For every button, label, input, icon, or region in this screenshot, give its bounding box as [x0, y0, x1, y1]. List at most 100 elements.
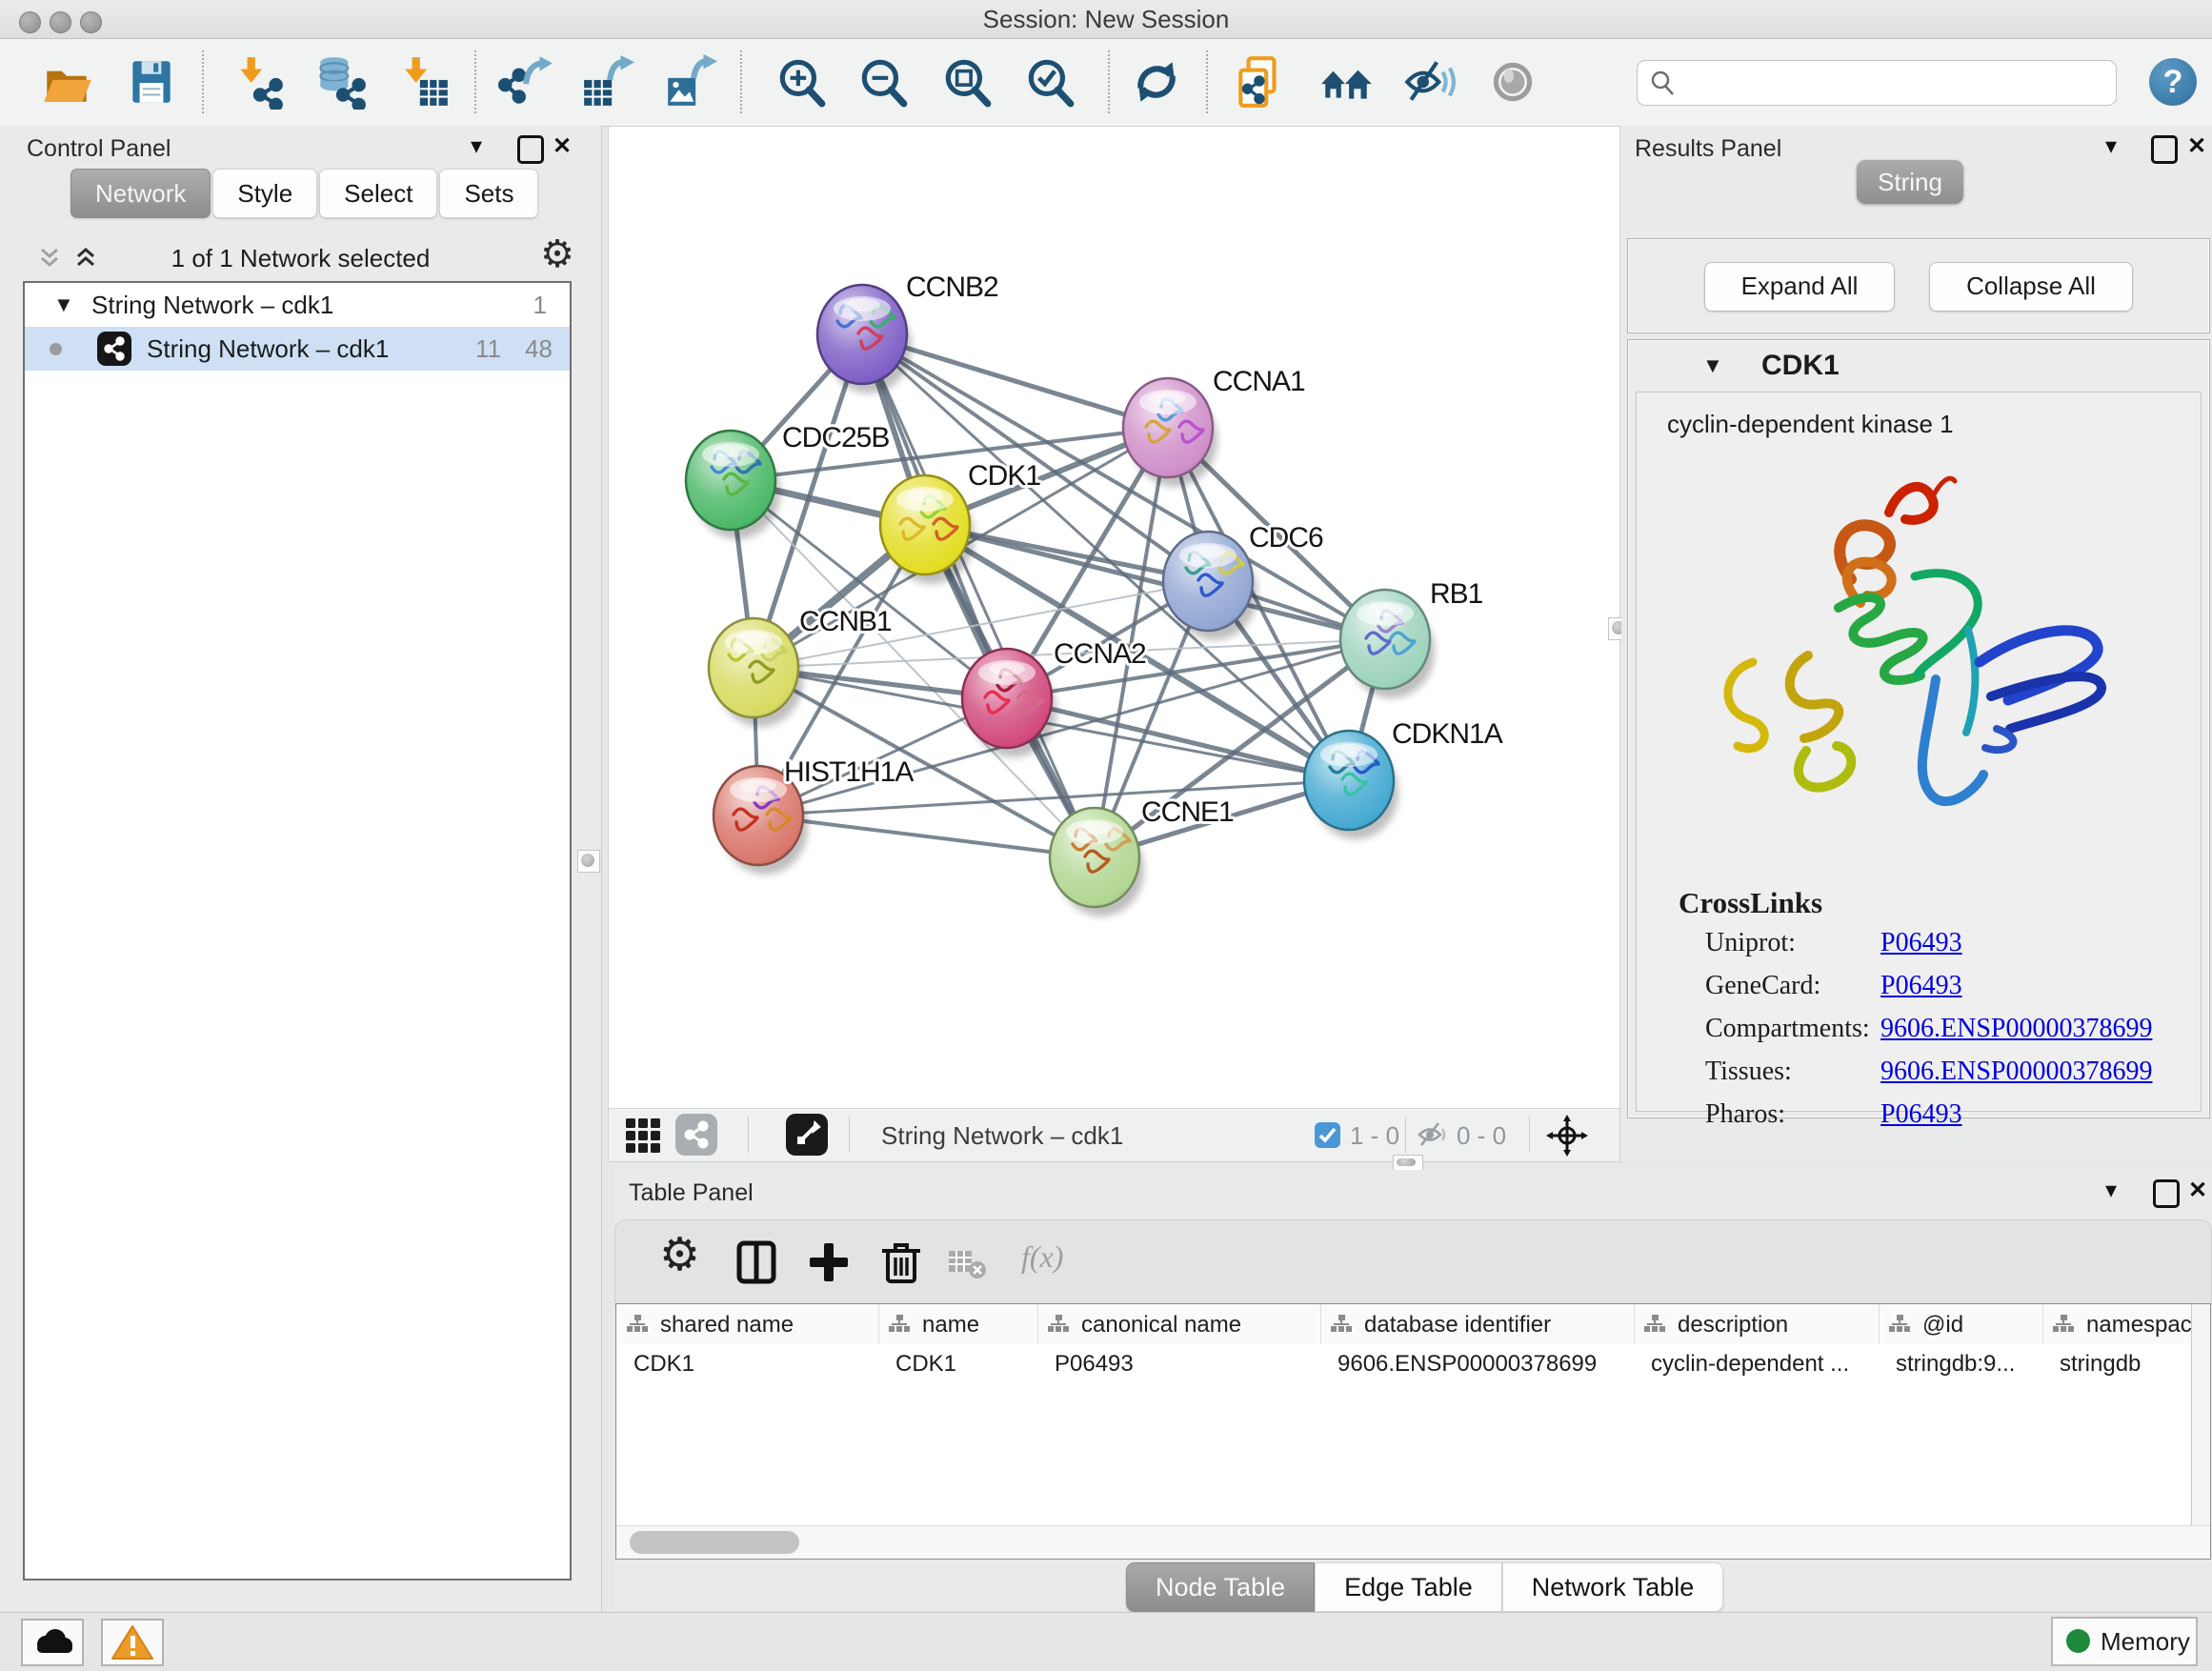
column-header-shared-name[interactable]: shared name [616, 1304, 879, 1344]
table-row[interactable]: CDK1 CDK1 P06493 9606.ENSP00000378699 cyclin… [616, 1344, 2211, 1382]
import-table-from-file-icon[interactable] [396, 54, 452, 110]
table-cell[interactable]: 9606.ENSP00000378699 [1337, 1351, 1628, 1378]
hide-details-eye-icon[interactable] [1401, 54, 1457, 110]
node-RB1[interactable] [1340, 590, 1435, 698]
tab-sets[interactable]: Sets [439, 169, 538, 218]
table-panel-menu-icon[interactable]: ▾ [2105, 1178, 2117, 1204]
grid-view-icon[interactable] [624, 1117, 662, 1155]
tab-select[interactable]: Select [319, 169, 437, 218]
memory-button[interactable]: Memory [2051, 1617, 2198, 1666]
clone-network-icon[interactable] [1233, 54, 1288, 110]
node-CDC25B[interactable] [686, 431, 780, 539]
network-badge-gray-icon[interactable] [675, 1114, 717, 1156]
network-canvas[interactable]: CCNB2CCNA1CDC25BCDK1CDC6RB1CCNB1CCNA2CDK… [609, 127, 1618, 1107]
open-session-icon[interactable] [40, 54, 95, 110]
export-network-icon[interactable] [498, 54, 553, 110]
node-CCNA2[interactable] [962, 649, 1056, 757]
crosslink-link[interactable]: P06493 [1880, 971, 1962, 1001]
column-header--id[interactable]: @id [1879, 1304, 2043, 1344]
expand-all-button[interactable]: Expand All [1704, 262, 1895, 312]
column-header-description[interactable]: description [1634, 1304, 1880, 1344]
import-network-from-database-icon[interactable] [312, 54, 368, 110]
tab-network-table[interactable]: Network Table [1502, 1562, 1724, 1612]
show-columns-icon[interactable] [734, 1239, 779, 1285]
crosslink-link[interactable]: P06493 [1880, 928, 1962, 958]
first-neighbors-houses-icon[interactable] [1318, 54, 1374, 110]
table-cell[interactable]: stringdb [2060, 1351, 2211, 1378]
network-options-gear-icon[interactable]: ⚙ [540, 232, 574, 276]
zoom-fit-content-icon[interactable] [939, 54, 995, 110]
node-CDKN1A[interactable] [1304, 731, 1398, 839]
table-cell[interactable]: cyclin-dependent ... [1651, 1351, 1873, 1378]
table-cell[interactable]: P06493 [1055, 1351, 1315, 1378]
results-panel-close-icon[interactable]: ✕ [2187, 133, 2206, 160]
crosslink-link[interactable]: 9606.ENSP00000378699 [1880, 1014, 2152, 1044]
results-panel-float-icon[interactable] [2151, 135, 2178, 164]
table-cell[interactable]: CDK1 [895, 1351, 1032, 1378]
node-CDK1[interactable] [880, 475, 975, 584]
export-table-icon[interactable] [580, 54, 635, 110]
delete-column-trash-icon[interactable] [878, 1239, 924, 1285]
table-cell[interactable]: CDK1 [633, 1351, 873, 1378]
table-cell[interactable]: stringdb:9... [1896, 1351, 2037, 1378]
collection-caret-icon[interactable]: ▼ [53, 283, 74, 327]
crosslink-link[interactable]: P06493 [1880, 1099, 1962, 1130]
footer-separator [849, 1117, 850, 1153]
collapse-all-button[interactable]: Collapse All [1929, 262, 2133, 312]
node-CCNE1[interactable] [1050, 808, 1144, 916]
edge-CCNE1-HIST1H1A[interactable] [758, 815, 1095, 857]
gene-caret-icon[interactable]: ▼ [1702, 353, 1723, 378]
zoom-out-icon[interactable] [855, 54, 911, 110]
table-panel-close-icon[interactable]: ✕ [2188, 1178, 2207, 1204]
horizontal-scrollbar [616, 1525, 2210, 1559]
import-network-from-file-icon[interactable] [231, 54, 287, 110]
save-session-icon[interactable] [124, 54, 179, 110]
column-header-name[interactable]: name [878, 1304, 1038, 1344]
search-input[interactable] [1683, 63, 2106, 103]
table-settings-gear-icon[interactable]: ⚙ [659, 1228, 700, 1281]
tab-edge-table[interactable]: Edge Table [1315, 1562, 1502, 1612]
highlight-toggle-orb-icon[interactable] [1485, 54, 1540, 110]
table-panel-float-icon[interactable] [2153, 1179, 2180, 1208]
tab-network[interactable]: Network [70, 169, 211, 218]
zoom-in-icon[interactable] [774, 54, 829, 110]
collection-label: String Network – cdk1 [91, 283, 333, 327]
tab-string[interactable]: String [1857, 160, 1963, 204]
results-panel-menu-icon[interactable]: ▾ [2105, 133, 2117, 160]
tab-style[interactable]: Style [212, 169, 317, 218]
control-panel-float-icon[interactable] [517, 135, 544, 164]
gene-detail-card: cyclin-dependent kinase 1 [1636, 392, 2202, 1112]
column-header-database-identifier[interactable]: database identifier [1320, 1304, 1635, 1344]
network-type-icon [97, 332, 131, 366]
column-header-canonical-name[interactable]: canonical name [1037, 1304, 1321, 1344]
horizontal-scrollbar-thumb[interactable] [630, 1531, 799, 1554]
control-panel-close-icon[interactable]: ✕ [553, 133, 572, 160]
table-toolbar: ⚙ [614, 1219, 2212, 1305]
help-button[interactable]: ? [2149, 58, 2197, 106]
warnings-button[interactable] [101, 1619, 164, 1666]
center-view-crosshair-icon[interactable] [1546, 1115, 1588, 1157]
update-network-icon[interactable] [1129, 54, 1184, 110]
selected-nodes-checkbox[interactable] [1315, 1122, 1340, 1148]
column-header-namespace[interactable]: namespace [2042, 1304, 2211, 1344]
gene-symbol: CDK1 [1761, 350, 1840, 382]
network-row[interactable]: String Network – cdk1 11 48 [25, 327, 570, 371]
crosslink-link[interactable]: 9606.ENSP00000378699 [1880, 1057, 2152, 1087]
node-label-RB1: RB1 [1430, 578, 1483, 610]
protein-structure-image [1694, 455, 2132, 865]
node-CCNB2[interactable] [817, 285, 912, 393]
table-panel: Table Panel ▾ ✕ ⚙ [614, 1170, 2212, 1610]
tab-node-table[interactable]: Node Table [1126, 1562, 1315, 1612]
detach-view-icon[interactable] [786, 1114, 828, 1156]
table-tabs: Node TableEdge TableNetwork Table [1126, 1562, 1723, 1612]
create-column-plus-icon[interactable] [806, 1239, 852, 1285]
vertical-scrollbar[interactable] [2191, 1304, 2210, 1525]
node-CCNA1[interactable] [1123, 378, 1217, 487]
network-collection-row[interactable]: ▼ String Network – cdk1 1 [25, 283, 570, 327]
zoom-selected-icon[interactable] [1022, 54, 1077, 110]
control-panel-menu-icon[interactable]: ▾ [471, 133, 482, 160]
export-image-icon[interactable] [663, 54, 718, 110]
gene-section-header[interactable]: ▼ CDK1 [1628, 340, 2209, 390]
cloud-button[interactable] [21, 1619, 84, 1666]
splitter-handle[interactable] [577, 850, 600, 873]
